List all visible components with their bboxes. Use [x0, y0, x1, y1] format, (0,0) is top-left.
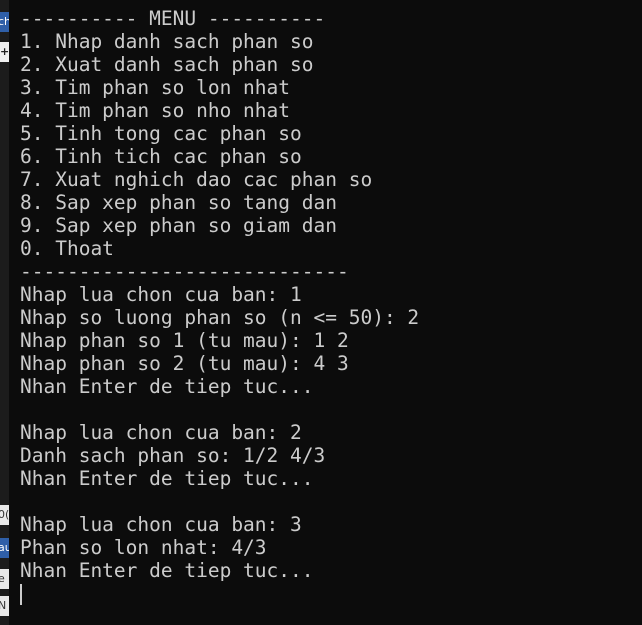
terminal-line: Phan so lon nhat: 4/3: [20, 536, 267, 559]
console-window[interactable]: ch + 0( au e N ---------- MENU ---------…: [0, 0, 642, 625]
terminal-line: 6. Tinh tich cac phan so: [20, 145, 302, 168]
terminal-line: Nhan Enter de tiep tuc...: [20, 375, 314, 398]
background-plus-fragment: +: [0, 42, 9, 62]
terminal-line: 0. Thoat: [20, 237, 114, 260]
background-fragment-6: N: [0, 596, 9, 616]
terminal-line: Nhan Enter de tiep tuc...: [20, 559, 314, 582]
background-fragment-3: 0(: [0, 505, 9, 525]
terminal-line: 9. Sap xep phan so giam dan: [20, 214, 337, 237]
terminal-line: Nhap lua chon cua ban: 2: [20, 421, 302, 444]
terminal-line: Nhap lua chon cua ban: 3: [20, 513, 302, 536]
terminal-line: 1. Nhap danh sach phan so: [20, 30, 314, 53]
terminal-line: 8. Sap xep phan so tang dan: [20, 191, 337, 214]
background-fragment-1: ch: [0, 12, 9, 32]
terminal-line: 5. Tinh tong cac phan so: [20, 122, 302, 145]
terminal-line: Nhap phan so 1 (tu mau): 1 2: [20, 329, 349, 352]
terminal-line: [20, 582, 642, 605]
background-window-edge: ch + 0( au e N: [0, 0, 9, 625]
background-fragment-5: e: [0, 569, 9, 589]
terminal-line: Nhap so luong phan so (n <= 50): 2: [20, 306, 420, 329]
text-cursor: [20, 584, 22, 605]
terminal-line: Nhap lua chon cua ban: 1: [20, 283, 302, 306]
terminal-line: 3. Tim phan so lon nhat: [20, 76, 291, 99]
terminal-line: Danh sach phan so: 1/2 4/3: [20, 444, 326, 467]
terminal-line: ----------------------------: [20, 260, 349, 283]
terminal-line: ---------- MENU ----------: [20, 7, 326, 30]
terminal-line: Nhap phan so 2 (tu mau): 4 3: [20, 352, 349, 375]
terminal-line: 7. Xuat nghich dao cac phan so: [20, 168, 373, 191]
terminal-line: 4. Tim phan so nho nhat: [20, 99, 291, 122]
terminal-line: Nhan Enter de tiep tuc...: [20, 467, 314, 490]
terminal-output[interactable]: ---------- MENU ---------- 1. Nhap danh s…: [20, 7, 642, 625]
background-fragment-4: au: [0, 538, 9, 558]
terminal-line: 2. Xuat danh sach phan so: [20, 53, 314, 76]
